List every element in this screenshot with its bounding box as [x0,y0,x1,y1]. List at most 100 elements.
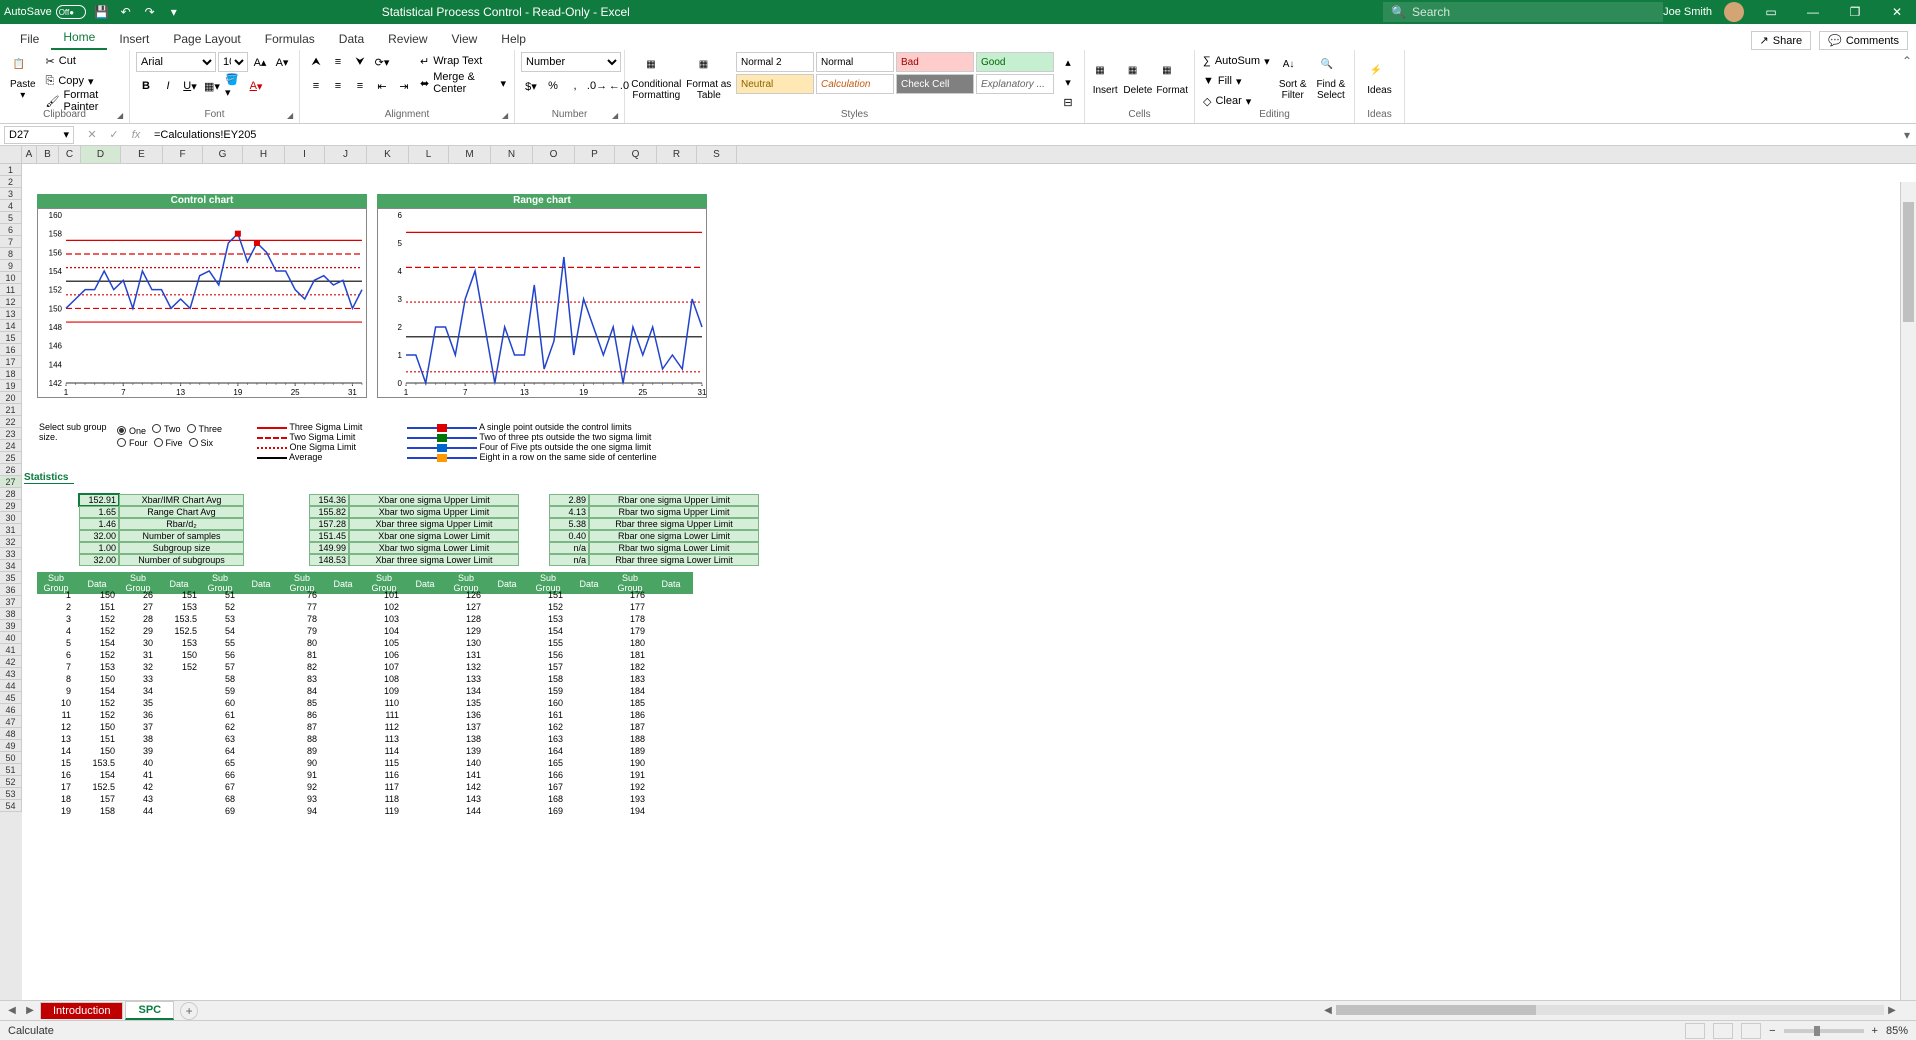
cut-button[interactable]: ✂Cut [44,52,123,70]
col-header-G[interactable]: G [203,146,243,163]
align-left-icon[interactable]: ≡ [306,76,326,96]
collapse-ribbon-icon[interactable]: ⌃ [1902,54,1912,68]
copy-button[interactable]: ⎘Copy▾ [44,72,123,90]
decrease-font-icon[interactable]: A▾ [272,52,292,72]
col-header-N[interactable]: N [491,146,533,163]
style-explanatory[interactable]: Explanatory ... [976,74,1054,94]
col-header-A[interactable]: A [22,146,37,163]
row-header-10[interactable]: 10 [0,272,22,284]
row-header-35[interactable]: 35 [0,572,22,584]
comma-format-icon[interactable]: , [565,76,585,96]
col-header-F[interactable]: F [163,146,203,163]
align-center-icon[interactable]: ≡ [328,76,348,96]
share-button[interactable]: ↗Share [1751,31,1812,50]
avatar[interactable] [1724,2,1744,22]
row-header-31[interactable]: 31 [0,524,22,536]
row-header-5[interactable]: 5 [0,212,22,224]
sheet-content[interactable]: Control chartRange chart1421441461481501… [22,182,1900,1000]
row-header-51[interactable]: 51 [0,764,22,776]
col-header-J[interactable]: J [325,146,367,163]
col-header-S[interactable]: S [697,146,737,163]
radio-two[interactable]: Two [152,424,181,434]
style-normal2[interactable]: Normal 2 [736,52,814,72]
view-page-break-icon[interactable] [1741,1023,1761,1039]
row-header-30[interactable]: 30 [0,512,22,524]
col-header-O[interactable]: O [533,146,575,163]
search-input[interactable]: 🔍 Search [1383,2,1663,22]
clipboard-dialog-launcher[interactable]: ◢ [117,111,127,121]
row-header-12[interactable]: 12 [0,296,22,308]
row-header-27[interactable]: 27 [0,476,22,488]
row-header-3[interactable]: 3 [0,188,22,200]
col-header-C[interactable]: C [59,146,81,163]
view-page-layout-icon[interactable] [1713,1023,1733,1039]
tab-help[interactable]: Help [489,28,538,50]
save-icon[interactable]: 💾 [94,4,110,20]
row-header-44[interactable]: 44 [0,680,22,692]
row-header-26[interactable]: 26 [0,464,22,476]
alignment-dialog-launcher[interactable]: ◢ [502,111,512,121]
row-header-40[interactable]: 40 [0,632,22,644]
col-header-B[interactable]: B [37,146,59,163]
row-header-23[interactable]: 23 [0,428,22,440]
row-header-7[interactable]: 7 [0,236,22,248]
tab-review[interactable]: Review [376,28,439,50]
tab-data[interactable]: Data [327,28,376,50]
close-icon[interactable]: ✕ [1882,2,1912,22]
tab-home[interactable]: Home [51,26,107,50]
delete-cells-button[interactable]: ▦Delete [1123,52,1152,108]
row-header-16[interactable]: 16 [0,344,22,356]
ideas-button[interactable]: ⚡Ideas [1361,52,1398,108]
row-header-46[interactable]: 46 [0,704,22,716]
row-header-9[interactable]: 9 [0,260,22,272]
accounting-format-icon[interactable]: $▾ [521,76,541,96]
font-size-select[interactable]: 10 [218,52,248,72]
style-calculation[interactable]: Calculation [816,74,894,94]
font-name-select[interactable]: Arial [136,52,216,72]
styles-scroll-down-icon[interactable]: ▾ [1058,72,1078,92]
clear-button[interactable]: ◇Clear▾ [1201,92,1272,110]
style-check-cell[interactable]: Check Cell [896,74,974,94]
styles-scroll-up-icon[interactable]: ▴ [1058,52,1078,72]
sheet-nav-next-icon[interactable]: ▶ [22,1003,38,1019]
sort-filter-button[interactable]: A↓Sort & Filter [1276,52,1310,108]
align-middle-icon[interactable]: ≡ [328,52,348,72]
row-header-19[interactable]: 19 [0,380,22,392]
user-name[interactable]: Joe Smith [1663,6,1712,18]
font-color-button[interactable]: A▾ [246,76,266,96]
row-header-42[interactable]: 42 [0,656,22,668]
row-header-18[interactable]: 18 [0,368,22,380]
minimize-icon[interactable]: — [1798,2,1828,22]
col-header-L[interactable]: L [409,146,449,163]
align-right-icon[interactable]: ≡ [350,76,370,96]
row-header-54[interactable]: 54 [0,800,22,812]
row-header-20[interactable]: 20 [0,392,22,404]
zoom-slider[interactable] [1784,1029,1864,1033]
row-header-15[interactable]: 15 [0,332,22,344]
row-header-13[interactable]: 13 [0,308,22,320]
new-sheet-button[interactable]: + [180,1002,198,1020]
col-header-D[interactable]: D [81,146,121,163]
bold-button[interactable]: B [136,76,156,96]
row-header-45[interactable]: 45 [0,692,22,704]
row-header-53[interactable]: 53 [0,788,22,800]
increase-decimal-icon[interactable]: .0→ [587,76,607,96]
format-cells-button[interactable]: ▦Format [1156,52,1188,108]
underline-button[interactable]: U▾ [180,76,200,96]
orientation-icon[interactable]: ⟳▾ [372,52,392,72]
fill-color-button[interactable]: 🪣▾ [224,76,244,96]
col-header-H[interactable]: H [243,146,285,163]
radio-one[interactable]: One [117,426,146,436]
row-header-47[interactable]: 47 [0,716,22,728]
vertical-scrollbar[interactable] [1900,182,1916,1000]
insert-cells-button[interactable]: ▦Insert [1091,52,1119,108]
zoom-level[interactable]: 85% [1886,1025,1908,1037]
row-header-43[interactable]: 43 [0,668,22,680]
border-button[interactable]: ▦▾ [202,76,222,96]
fx-icon[interactable]: fx [126,126,146,144]
tab-insert[interactable]: Insert [107,28,161,50]
row-header-52[interactable]: 52 [0,776,22,788]
autosum-button[interactable]: ∑AutoSum▾ [1201,52,1272,70]
sheet-tab-introduction[interactable]: Introduction [40,1002,123,1019]
zoom-out-icon[interactable]: − [1769,1025,1775,1037]
